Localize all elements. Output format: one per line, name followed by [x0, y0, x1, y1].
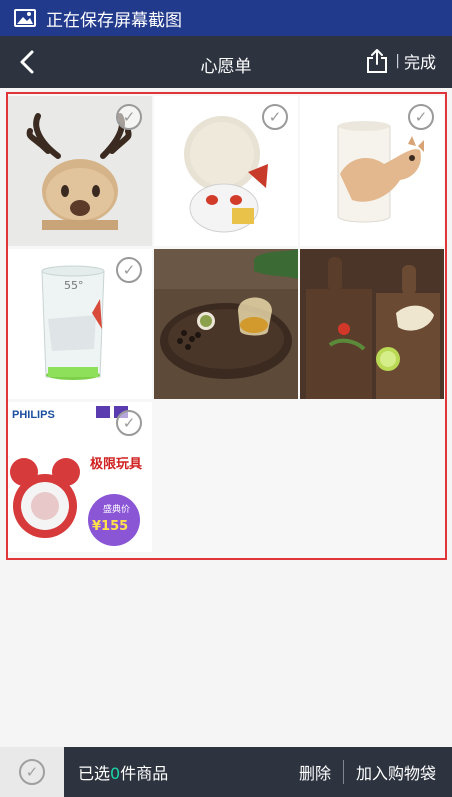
image-icon	[14, 9, 36, 27]
delete-button[interactable]: 删除	[299, 760, 331, 784]
cutting-boards-image	[300, 249, 444, 399]
item-check-icon[interactable]: ✓	[116, 257, 142, 283]
nav-actions: | 完成	[365, 48, 436, 74]
wishlist-item-cat-mug[interactable]: ✓	[300, 96, 444, 246]
wishlist-item-glass-cup[interactable]: 55° ✓	[8, 249, 152, 399]
wishlist-item-tea-set[interactable]	[154, 249, 298, 399]
status-bar: 正在保存屏幕截图	[0, 0, 452, 36]
selected-count: 0	[110, 764, 121, 783]
nav-bar: 心愿单 | 完成	[0, 36, 452, 88]
selected-suffix: 件商品	[120, 764, 169, 783]
wishlist-item-deer[interactable]: ✓	[8, 96, 152, 246]
bottom-bar: ✓ 已选0件商品 删除 加入购物袋	[0, 747, 452, 797]
item-check-icon[interactable]: ✓	[408, 104, 434, 130]
wishlist-item-cutting-boards[interactable]	[300, 249, 444, 399]
price-badge-label: 盛典价	[103, 503, 130, 515]
status-text: 正在保存屏幕截图	[46, 10, 182, 31]
done-button[interactable]: 完成	[404, 49, 436, 73]
add-to-cart-button[interactable]: 加入购物袋	[356, 760, 436, 784]
item-check-icon[interactable]: ✓	[116, 410, 142, 436]
item-check-icon[interactable]: ✓	[262, 104, 288, 130]
bottom-actions: 删除 加入购物袋	[299, 747, 436, 797]
item-check-icon[interactable]: ✓	[116, 104, 142, 130]
nav-divider: |	[395, 53, 400, 69]
share-icon[interactable]	[365, 48, 389, 74]
tea-set-image	[154, 249, 298, 399]
action-divider	[342, 760, 344, 784]
wishlist-item-mickey-clock[interactable]: PHILIPS 极限玩具 盛典价 ¥155 ✓	[8, 402, 152, 552]
cup-text: 55°	[64, 279, 84, 292]
selected-prefix: 已选	[78, 764, 111, 783]
brand-text: PHILIPS	[12, 409, 55, 421]
select-all-check-icon[interactable]: ✓	[19, 759, 45, 785]
price-value: ¥155	[92, 519, 128, 534]
wishlist-item-lucky-cat[interactable]: ✓	[154, 96, 298, 246]
select-all-button[interactable]: ✓	[0, 747, 64, 797]
selected-summary: 已选0件商品	[78, 760, 168, 784]
promo-text: 极限玩具	[90, 456, 142, 472]
wishlist-grid: ✓ ✓ ✓ 55° ✓ PHILIPS 极限玩具 盛典价 ¥155 ✓	[6, 92, 447, 560]
